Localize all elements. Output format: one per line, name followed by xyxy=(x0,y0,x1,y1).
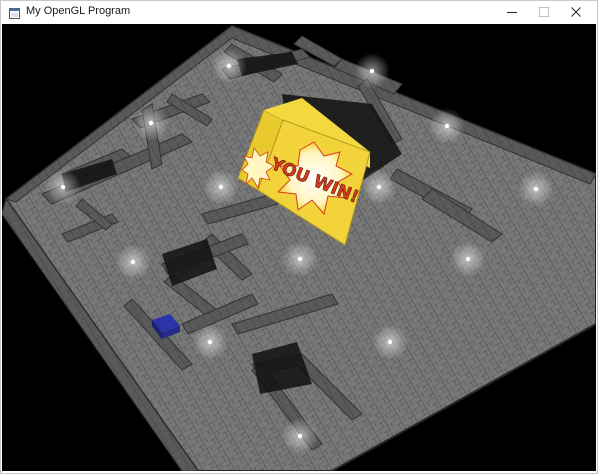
maximize-button[interactable] xyxy=(528,1,560,23)
lamp xyxy=(297,256,303,262)
minimize-button[interactable] xyxy=(496,1,528,23)
lamp xyxy=(444,123,450,129)
app-icon xyxy=(9,6,20,19)
lamp xyxy=(533,186,539,192)
lamp xyxy=(60,184,66,190)
lamp xyxy=(130,259,136,265)
lamp xyxy=(465,256,471,262)
opengl-viewport[interactable]: YOU WIN! xyxy=(2,24,596,471)
title-bar[interactable]: My OpenGL Program xyxy=(1,1,597,23)
window-title: My OpenGL Program xyxy=(26,5,131,17)
lamp xyxy=(226,63,232,69)
lamp xyxy=(369,68,375,74)
close-button[interactable] xyxy=(560,1,592,23)
lamp xyxy=(218,184,224,190)
minimize-icon xyxy=(507,12,517,13)
lamp xyxy=(148,120,154,126)
application-window: My OpenGL Program YOU WIN! xyxy=(0,0,598,474)
lamp xyxy=(297,433,303,439)
lamp xyxy=(376,184,382,190)
lamp xyxy=(387,339,393,345)
maze-scene: YOU WIN! xyxy=(2,24,596,471)
maximize-icon xyxy=(539,7,549,17)
lamp xyxy=(207,339,213,345)
close-icon xyxy=(571,7,581,17)
